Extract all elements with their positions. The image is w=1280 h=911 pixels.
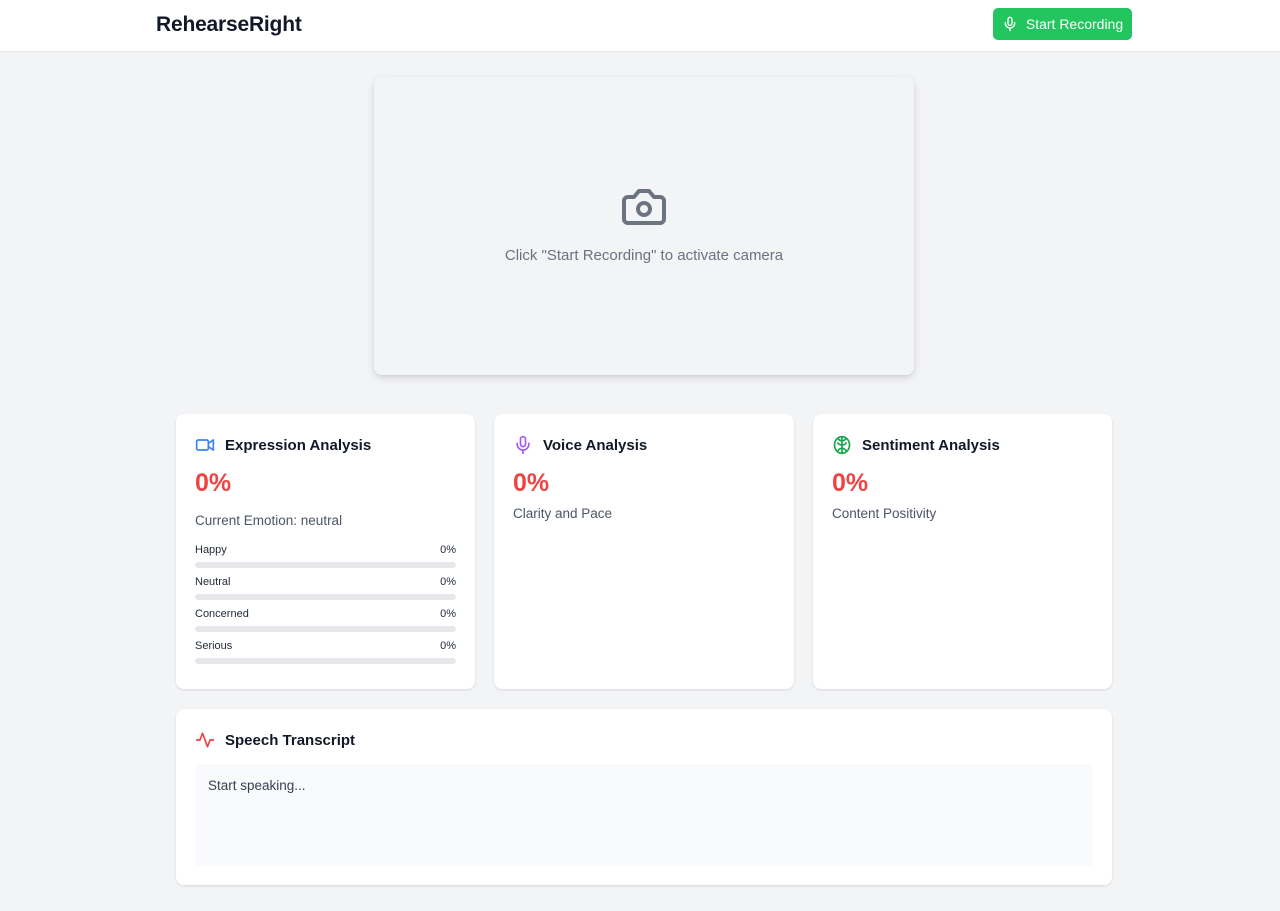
start-recording-label: Start Recording — [1025, 16, 1124, 32]
microphone-icon — [516, 435, 530, 455]
emotion-row-concerned: Concerned 0% — [195, 608, 456, 640]
emotion-label: Neutral — [195, 576, 231, 588]
start-recording-button[interactable]: Start Recording — [993, 8, 1132, 40]
current-emotion: Current Emotion: neutral — [195, 513, 343, 528]
speech-transcript-card: Speech Transcript Start speaking... — [176, 709, 1112, 885]
card-title: Speech Transcript — [225, 731, 356, 749]
card-title: Expression Analysis — [225, 436, 372, 454]
video-icon — [195, 439, 215, 451]
voice-subtitle: Clarity and Pace — [513, 506, 613, 521]
camera-hint: Click "Start Recording" to activate came… — [504, 247, 784, 264]
emotion-bar — [195, 594, 456, 600]
transcript-placeholder: Start speaking... — [208, 778, 306, 793]
emotion-row-happy: Happy 0% — [195, 544, 456, 576]
activity-icon — [195, 732, 215, 748]
expression-analysis-card: Expression Analysis 0% Current Emotion: … — [176, 414, 475, 689]
card-header: Expression Analysis — [195, 435, 371, 455]
microphone-icon — [1004, 16, 1016, 32]
sentiment-score: 0% — [832, 469, 869, 497]
camera-icon — [622, 189, 666, 225]
emotion-label: Serious — [195, 640, 233, 652]
emotion-label: Happy — [195, 544, 227, 556]
voice-score: 0% — [513, 469, 550, 497]
card-header: Speech Transcript — [195, 730, 355, 750]
emotion-percent: 0% — [440, 544, 456, 556]
emotion-row-neutral: Neutral 0% — [195, 576, 456, 608]
transcript-box[interactable]: Start speaking... — [195, 764, 1093, 866]
emotion-list: Happy 0% Neutral 0% Concerned 0% Serious… — [195, 544, 456, 672]
card-header: Voice Analysis — [513, 435, 647, 455]
emotion-label: Concerned — [195, 608, 249, 620]
expression-score: 0% — [195, 469, 232, 497]
sentiment-analysis-card: Sentiment Analysis 0% Content Positivity — [813, 414, 1112, 689]
emotion-percent: 0% — [440, 640, 456, 652]
emotion-percent: 0% — [440, 576, 456, 588]
card-header: Sentiment Analysis — [832, 435, 1000, 455]
emotion-bar — [195, 562, 456, 568]
emotion-bar — [195, 658, 456, 664]
emotion-row-serious: Serious 0% — [195, 640, 456, 672]
sentiment-subtitle: Content Positivity — [832, 506, 937, 521]
card-title: Sentiment Analysis — [862, 436, 1000, 454]
emotion-percent: 0% — [440, 608, 456, 620]
brain-icon — [833, 435, 851, 455]
top-bar: RehearseRight Start Recording — [0, 0, 1280, 52]
emotion-bar — [195, 626, 456, 632]
voice-analysis-card: Voice Analysis 0% Clarity and Pace — [494, 414, 794, 689]
card-title: Voice Analysis — [543, 436, 648, 454]
camera-preview: Click "Start Recording" to activate came… — [374, 77, 914, 375]
app-logo[interactable]: RehearseRight — [156, 13, 302, 37]
